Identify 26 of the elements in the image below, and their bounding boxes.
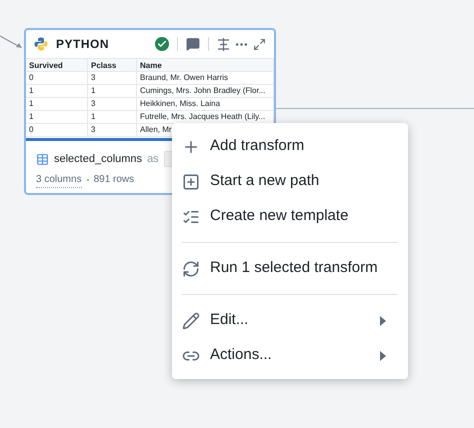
- column-header: Pclass: [88, 58, 137, 72]
- dataset-name: selected_columns: [54, 152, 142, 167]
- as-label: as: [147, 152, 159, 167]
- table-cell: Cumings, Mrs. John Bradley (Flor...: [137, 85, 274, 97]
- table-cell: 3: [88, 72, 137, 84]
- column-header: Name: [137, 58, 274, 72]
- table-cell: 1: [26, 85, 88, 97]
- table-cell: Heikkinen, Miss. Laina: [137, 98, 274, 110]
- table-cell: 0: [26, 124, 88, 136]
- column-header: Survived: [26, 58, 88, 72]
- menu-item[interactable]: Run 1 selected transform: [182, 251, 398, 286]
- menu-item[interactable]: Create new template: [182, 199, 398, 234]
- table-cell: 1: [26, 98, 88, 110]
- table-cell: 0: [26, 72, 88, 84]
- table-cell: 1: [88, 111, 137, 123]
- table-cell: 1: [26, 111, 88, 123]
- menu-item[interactable]: Start a new path: [182, 164, 398, 199]
- table-cell: 1: [88, 85, 137, 97]
- column-count-link[interactable]: 3 columns: [36, 172, 82, 188]
- table-cell: 3: [88, 98, 137, 110]
- table-cell: 3: [88, 124, 137, 136]
- menu-item[interactable]: Actions...: [182, 338, 398, 373]
- row-count: 891 rows: [94, 173, 134, 187]
- menu-item[interactable]: Edit...: [182, 303, 398, 338]
- table-cell: Braund, Mr. Owen Harris: [137, 72, 274, 84]
- node-title: PYTHON: [56, 36, 110, 53]
